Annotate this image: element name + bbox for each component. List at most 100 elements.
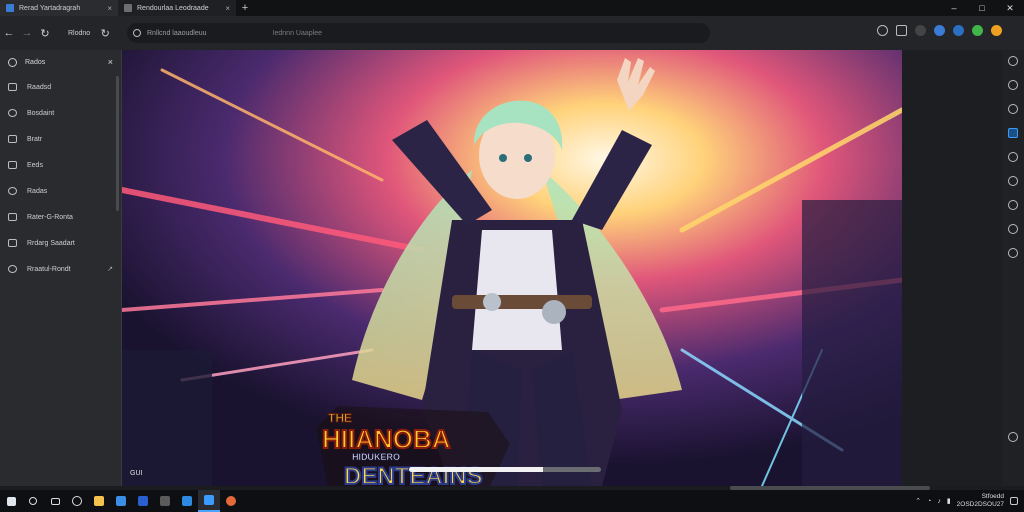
tab-title: Rerad Yartadragrah (19, 4, 81, 12)
media-progress-bar[interactable] (409, 467, 601, 472)
clock[interactable]: Stfoedd 2OSD2DSOU27 (957, 493, 1004, 509)
translate-icon[interactable] (1008, 432, 1018, 442)
side-panel-header: Rados × (0, 50, 121, 74)
tab-inactive[interactable]: Rendourlaa Leodraade × (118, 0, 236, 16)
external-link-icon[interactable]: ↗ (107, 265, 113, 273)
clock-ext-icon[interactable] (877, 25, 888, 36)
sidebar-item[interactable]: Raadsd (0, 74, 121, 100)
browser-toolbar: ← → ↻ Rlodno ↻ Rnllcnd laaoudleuu Iednnn… (0, 16, 1024, 50)
shield-ext-icon[interactable] (934, 25, 945, 36)
outlook-icon[interactable] (1008, 128, 1018, 138)
folder-icon (8, 83, 17, 91)
window-controls: – □ ✕ (940, 0, 1024, 16)
minimize-icon[interactable]: – (940, 0, 968, 16)
refresh-icon[interactable]: ↻ (96, 23, 114, 43)
store-icon[interactable] (110, 490, 132, 512)
tab-active[interactable]: Rerad Yartadragrah × (0, 0, 118, 16)
extensions-bar (877, 25, 1002, 36)
monitor-icon (8, 109, 17, 117)
close-tab-icon[interactable]: × (107, 4, 112, 13)
sidebar-item[interactable]: Rater-G-Ronta (0, 204, 121, 230)
logo-line-3: HIDUKERO (352, 452, 400, 462)
new-tab-button[interactable]: + (236, 2, 254, 14)
back-icon[interactable]: ← (0, 23, 18, 43)
site-favicon-icon (6, 4, 14, 12)
sidebar-item-label: Rraatul-Rondt (27, 265, 71, 273)
corner-label: GUI (130, 470, 143, 477)
apps-icon[interactable] (1008, 248, 1018, 258)
sidebar-item[interactable]: Rraatul-Rondt ↗ (0, 256, 121, 282)
start-button[interactable] (0, 490, 22, 512)
search-icon (133, 29, 141, 37)
settings-icon[interactable] (176, 490, 198, 512)
home-button[interactable]: Rlodno (68, 30, 90, 37)
side-panel: Rados × Raadsd Bosdaint Bratr Eeds Radas… (0, 50, 122, 486)
reload-icon[interactable]: ↻ (36, 23, 54, 43)
sidebar-item[interactable]: Radas (0, 178, 121, 204)
search-icon[interactable] (8, 57, 17, 67)
tray-chevron-icon[interactable]: ⌃ (915, 497, 921, 505)
document-icon (8, 213, 17, 221)
copilot-icon[interactable] (1008, 56, 1018, 66)
games-icon[interactable] (1008, 152, 1018, 162)
clock-date: 2OSD2DSOU27 (956, 501, 1004, 508)
side-panel-scrollbar[interactable] (116, 76, 119, 211)
side-panel-title: Rados (25, 58, 46, 66)
sidebar-item[interactable]: Rrdarg Saadart (0, 230, 121, 256)
clock-time: Stfoedd (981, 493, 1004, 500)
address-bar[interactable]: Rnllcnd laaoudleuu Iednnn Uaaplee (127, 23, 710, 43)
close-tab-icon[interactable]: × (225, 4, 230, 13)
sidebar-item-label: Rrdarg Saadart (27, 239, 75, 247)
sidebar-item-label: Raadsd (27, 83, 52, 91)
lock-icon (8, 161, 17, 169)
shopping-icon[interactable] (1008, 80, 1018, 90)
card-icon (8, 135, 17, 143)
sidebar-item-label: Rater-G-Ronta (27, 213, 73, 221)
windows-logo-icon (6, 496, 16, 506)
logo-line-1: THE (328, 411, 352, 425)
volume-icon[interactable]: ♪ (937, 498, 941, 505)
taskbar: ⌃ ◔ ♪ ▮ Stfoedd 2OSD2DSOU27 (0, 490, 1024, 512)
browser-taskbar-icon[interactable] (198, 490, 220, 512)
network-icon[interactable]: ◔ (927, 498, 931, 505)
close-panel-icon[interactable]: × (108, 57, 113, 67)
sidebar-item-label: Radas (27, 187, 48, 195)
battery-icon[interactable]: ▮ (947, 497, 951, 505)
mail-icon[interactable] (132, 490, 154, 512)
browser-window: Rerad Yartadragrah × Rendourlaa Leodraad… (0, 0, 1024, 512)
tab-title: Rendourlaa Leodraade (137, 4, 209, 12)
window-icon (8, 239, 17, 247)
sidebar-item[interactable]: Bosdaint (0, 100, 121, 126)
maximize-icon[interactable]: □ (968, 0, 996, 16)
address-url: Rnllcnd laaoudleuu (147, 29, 207, 37)
logo-line-2: HIIANOBA (322, 424, 451, 454)
sidebar-item[interactable]: Bratr (0, 126, 121, 152)
photos-icon[interactable] (154, 490, 176, 512)
music-icon[interactable] (1008, 200, 1018, 210)
system-tray: ⌃ ◔ ♪ ▮ Stfoedd 2OSD2DSOU27 (915, 490, 1018, 512)
sidebar-item-label: Bosdaint (27, 109, 55, 117)
blue-ext-icon[interactable] (953, 25, 964, 36)
right-sidebar (1002, 50, 1024, 486)
tools-icon[interactable] (1008, 104, 1018, 114)
sidebar-item[interactable]: Eeds (0, 152, 121, 178)
edge-icon[interactable] (66, 490, 88, 512)
sidebar-item-label: Bratr (27, 135, 43, 143)
media-progress-fill (409, 467, 544, 472)
media-viewport[interactable]: THE HIIANOBA HIDUKERO DENTEAINS (122, 50, 902, 486)
drop-icon[interactable] (1008, 224, 1018, 234)
office-icon[interactable] (1008, 176, 1018, 186)
address-placeholder: Iednnn Uaaplee (272, 29, 322, 37)
green-ext-icon[interactable] (972, 25, 983, 36)
forward-icon[interactable]: → (18, 23, 36, 43)
task-view-icon[interactable] (44, 490, 66, 512)
search-icon[interactable] (22, 490, 44, 512)
notification-icon[interactable] (1010, 497, 1018, 505)
file-explorer-icon[interactable] (88, 490, 110, 512)
puzzle-ext-icon[interactable] (915, 25, 926, 36)
share-ext-icon[interactable] (896, 25, 907, 36)
firefox-icon[interactable] (220, 490, 242, 512)
orange-ext-icon[interactable] (991, 25, 1002, 36)
history-icon (8, 187, 17, 195)
close-window-icon[interactable]: ✕ (996, 0, 1024, 16)
